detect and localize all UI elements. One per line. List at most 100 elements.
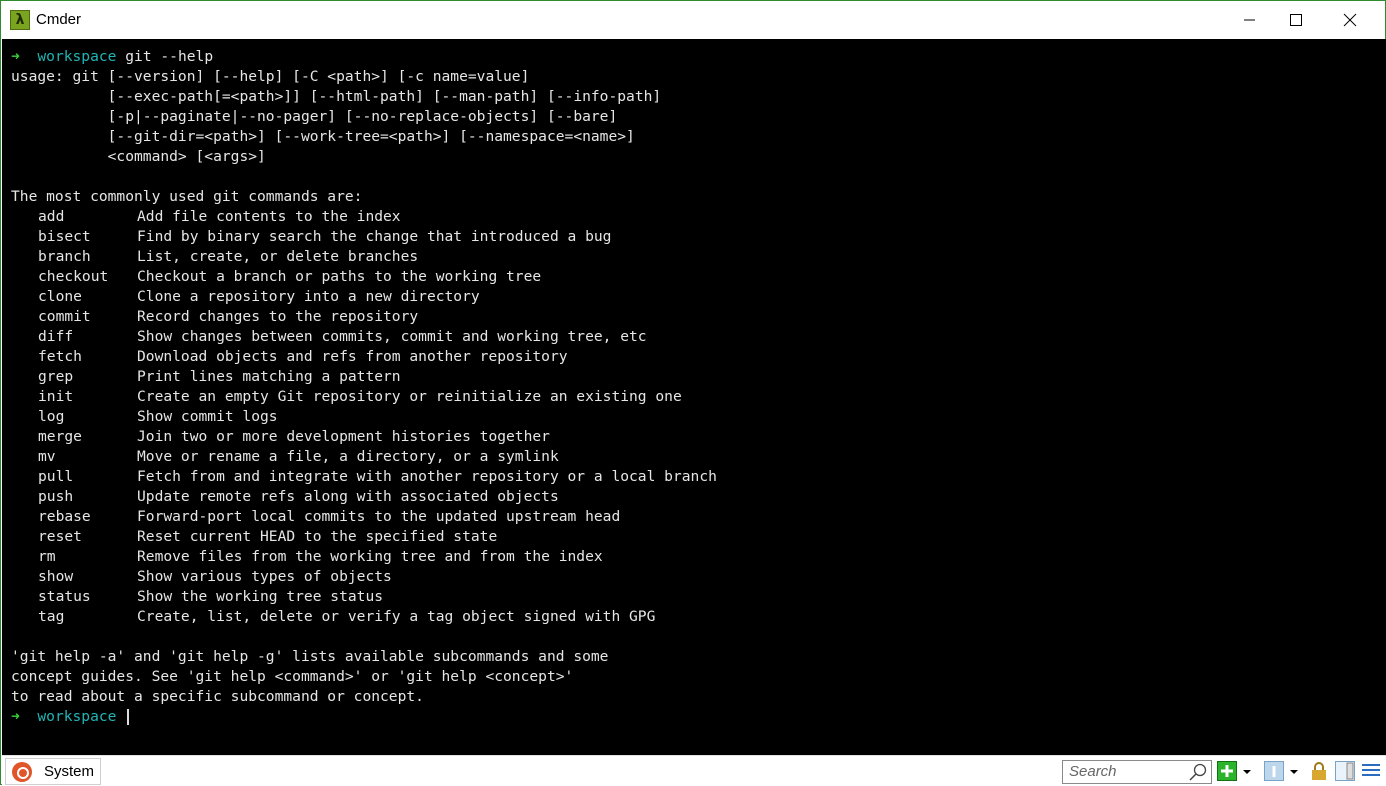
prompt-dir: workspace [37,708,117,725]
command-row: pull Fetch from and integrate with anothe… [11,467,1386,487]
window-title: Cmder [36,11,82,28]
command-row: diff Show changes between commits, commit… [11,327,1386,347]
command-row: fetch Download objects and refs from anot… [11,347,1386,367]
command-desc: Clone a repository into a new directory [137,288,480,305]
chevron-down-icon [1290,770,1298,774]
console-number-icon [1272,766,1276,777]
console-tab[interactable]: System [5,758,101,785]
command-name: add [38,208,65,225]
command-row: commit Record changes to the repository [11,307,1386,327]
close-icon [1343,13,1357,27]
command-row: checkout Checkout a branch or paths to th… [11,267,1386,287]
title-bar[interactable]: λ Cmder [1,1,1385,39]
minimize-icon [1244,19,1255,21]
command-row: add Add file contents to the index [11,207,1386,227]
command-row: merge Join two or more development histor… [11,427,1386,447]
minimize-button[interactable] [1227,1,1273,39]
command-name: commit [38,308,91,325]
new-console-button[interactable] [1217,761,1237,781]
command-name: diff [38,328,74,345]
command-desc: Show changes between commits, commit and… [137,328,647,345]
prompt-arrow-icon: ➜ [11,708,20,725]
lock-icon [1312,762,1326,780]
command-name: branch [38,248,91,265]
command-desc: Show various types of objects [137,568,392,585]
cmder-window: λ Cmder ➜ workspace git --help usage: gi… [0,0,1386,785]
command-name: rm [38,548,56,565]
command-row: mv Move or rename a file, a directory, or… [11,447,1386,467]
split-view-button[interactable] [1335,761,1355,781]
command-row: rebase Forward-port local commits to the … [11,507,1386,527]
new-console-dropdown[interactable] [1242,761,1254,781]
prompt-dir: workspace [37,48,117,65]
command-desc: Create, list, delete or verify a tag obj… [137,608,656,625]
command-desc: Remove files from the working tree and f… [137,548,603,565]
tab-label: System [44,763,95,780]
command-name: status [38,588,91,605]
command-name: log [38,408,65,425]
close-button[interactable] [1327,1,1373,39]
command-desc: Create an empty Git repository or reinit… [137,388,682,405]
command-row: reset Reset current HEAD to the specified… [11,527,1386,547]
command-name: merge [38,428,82,445]
command-desc: Forward-port local commits to the update… [137,508,621,525]
usage-line: [--exec-path[=<path>]] [--html-path] [--… [11,88,662,105]
command-name: rebase [38,508,91,525]
command-desc: Move or rename a file, a directory, or a… [137,448,559,465]
text-cursor [127,709,130,725]
help-footer-line: concept guides. See 'git help <command>'… [11,668,574,685]
commands-header: The most commonly used git commands are: [11,188,363,205]
lock-button[interactable] [1309,761,1329,781]
command-row: status Show the working tree status [11,587,1386,607]
terminal-output[interactable]: ➜ workspace git --help usage: git [--ver… [2,39,1386,755]
search-placeholder: Search [1069,763,1117,780]
maximize-icon [1290,14,1302,26]
command-name: tag [38,608,65,625]
command-name: pull [38,468,74,485]
active-prompt-line[interactable]: ➜ workspace [11,707,1386,727]
maximize-button[interactable] [1273,1,1319,39]
usage-line: <command> [<args>] [11,148,266,165]
command-name: clone [38,288,82,305]
search-icon [1189,763,1207,781]
usage-line: [-p|--paginate|--no-pager] [--no-replace… [11,108,618,125]
command-desc: Fetch from and integrate with another re… [137,468,717,485]
command-row: log Show commit logs [11,407,1386,427]
console-switch-button[interactable] [1264,761,1284,781]
lambda-icon: λ [10,10,30,30]
plus-icon [1221,765,1233,777]
command-name: reset [38,528,82,545]
chevron-down-icon [1243,770,1251,774]
menu-button[interactable] [1362,761,1382,781]
command-desc: Add file contents to the index [137,208,401,225]
command-desc: Print lines matching a pattern [137,368,401,385]
search-input[interactable]: Search [1062,760,1212,784]
command-name: mv [38,448,56,465]
command-row: rm Remove files from the working tree and… [11,547,1386,567]
panel-icon [1346,762,1354,780]
command-name: bisect [38,228,91,245]
status-bar: System Search [2,755,1386,785]
command-row: init Create an empty Git repository or re… [11,387,1386,407]
command-name: show [38,568,74,585]
ubuntu-icon [12,761,32,782]
command-desc: Checkout a branch or paths to the workin… [137,268,542,285]
help-footer-line: to read about a specific subcommand or c… [11,688,424,705]
command-name: push [38,488,74,505]
command-row: clone Clone a repository into a new direc… [11,287,1386,307]
command-desc: Download objects and refs from another r… [137,348,568,365]
command-desc: Show commit logs [137,408,278,425]
command-name: grep [38,368,74,385]
command-name: checkout [38,268,109,285]
console-switch-dropdown[interactable] [1289,761,1301,781]
command-desc: List, create, or delete branches [137,248,419,265]
prompt-arrow-icon: ➜ [11,48,20,65]
command-name: fetch [38,348,82,365]
command-row: branch List, create, or delete branches [11,247,1386,267]
command-row: push Update remote refs along with associ… [11,487,1386,507]
prompt-line: ➜ workspace git --help [11,47,1386,67]
command-text: git --help [125,48,214,65]
command-row: tag Create, list, delete or verify a tag … [11,607,1386,627]
command-desc: Record changes to the repository [137,308,419,325]
usage-line: usage: git [--version] [--help] [-C <pat… [11,68,530,85]
